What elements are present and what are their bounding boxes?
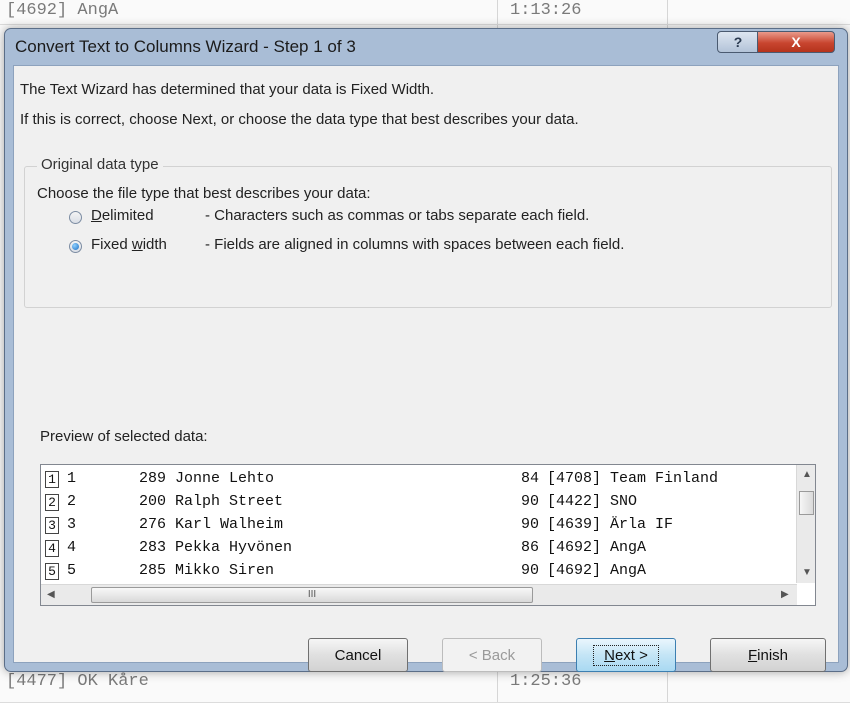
sheet-row-bottom[interactable]: [4477] OK Kåre 1:25:36 [0, 672, 850, 703]
scroll-up-arrow-icon[interactable]: ▲ [802, 469, 812, 480]
back-button[interactable]: < Back [442, 638, 542, 672]
option-fixed-width-label[interactable]: Fixed width [91, 236, 167, 253]
cell-club: [4692] AngA [547, 539, 647, 556]
option-delimited-label[interactable]: Delimited [91, 207, 154, 224]
vertical-scrollbar[interactable]: ▲ ▼ [796, 465, 815, 583]
sheet-cell-time: 1:25:36 [510, 672, 582, 691]
row-number: 3 [45, 517, 59, 534]
row-number: 2 [45, 494, 59, 511]
next-label: Next > [593, 644, 659, 666]
label-rest: inish [757, 646, 789, 664]
horizontal-scroll-thumb[interactable]: III [91, 587, 533, 603]
cell-position: 4 [67, 539, 77, 556]
label-pre: Fixed [91, 236, 132, 253]
next-button[interactable]: Next > [576, 638, 676, 672]
help-button[interactable]: ? [717, 31, 759, 53]
cell-bib: 289 [139, 470, 167, 487]
preview-row: 2 2 200 Ralph Street 90 [4422] SNO [45, 492, 781, 515]
dialog-titlebar[interactable]: Convert Text to Columns Wizard - Step 1 … [5, 29, 847, 65]
cancel-label: Cancel [334, 646, 382, 664]
scroll-right-arrow-icon[interactable]: ▶ [781, 589, 789, 600]
sheet-cell-team: [4692] AngA [6, 1, 119, 20]
cell-name: Pekka Hyvönen [175, 539, 293, 556]
row-number: 1 [45, 471, 59, 488]
cell-club: [4692] AngA [547, 562, 647, 579]
hotkey-d: D [91, 207, 102, 224]
back-label: < Back [468, 646, 516, 664]
cell-position: 3 [67, 516, 77, 533]
hotkey-f: F [747, 646, 758, 664]
cell-bib: 285 [139, 562, 167, 579]
hotkey-n: N [604, 646, 615, 664]
cancel-button[interactable]: Cancel [308, 638, 408, 672]
help-icon: ? [733, 34, 743, 50]
intro-line-1: The Text Wizard has determined that your… [20, 81, 435, 98]
intro-line-2: If this is correct, choose Next, or choo… [20, 111, 579, 128]
scroll-left-arrow-icon[interactable]: ◀ [47, 589, 55, 600]
preview-row: 1 1 289 Jonne Lehto 84 [4708] Team Finla… [45, 469, 781, 492]
cell-name: Ralph Street [175, 493, 284, 510]
radio-delimited[interactable] [69, 211, 82, 224]
cell-bib: 283 [139, 539, 167, 556]
sheet-row-top[interactable]: [4692] AngA 1:13:26 [0, 0, 850, 25]
cell-club: [4708] Team Finland [547, 470, 719, 487]
option-delimited-description: - Characters such as commas or tabs sepa… [205, 207, 590, 224]
label-rest: ext > [614, 646, 648, 664]
cell-age: 90 [521, 493, 540, 510]
finish-button[interactable]: Finish [710, 638, 826, 672]
row-number: 5 [45, 563, 59, 580]
label-rest: idth [142, 236, 167, 253]
cell-name: Karl Walheim [175, 516, 284, 533]
row-number: 4 [45, 540, 59, 557]
cell-age: 90 [521, 562, 540, 579]
dialog-body: The Text Wizard has determined that your… [13, 65, 839, 672]
cell-age: 84 [521, 470, 540, 487]
scroll-grip-icon: III [307, 589, 317, 600]
label-rest: elimited [101, 207, 154, 224]
scroll-down-arrow-icon[interactable]: ▼ [802, 567, 812, 578]
data-preview-box[interactable]: 1 1 289 Jonne Lehto 84 [4708] Team Finla… [40, 464, 816, 606]
preview-row: 5 5 285 Mikko Siren 90 [4692] AngA [45, 561, 781, 584]
text-to-columns-dialog: Convert Text to Columns Wizard - Step 1 … [4, 28, 848, 672]
sheet-cell-time: 1:13:26 [510, 1, 582, 20]
dialog-title: Convert Text to Columns Wizard - Step 1 … [15, 37, 356, 56]
cell-position: 1 [67, 470, 77, 487]
cell-age: 86 [521, 539, 540, 556]
group-title: Original data type [37, 156, 163, 173]
cell-position: 5 [67, 562, 77, 579]
vertical-scroll-thumb[interactable] [799, 491, 814, 515]
cell-club: [4639] Ärla IF [547, 516, 674, 533]
cell-bib: 276 [139, 516, 167, 533]
option-fixed-width-description: - Fields are aligned in columns with spa… [205, 236, 625, 253]
preview-label: Preview of selected data: [40, 428, 208, 445]
preview-row: 3 3 276 Karl Walheim 90 [4639] Ärla IF [45, 515, 781, 538]
preview-row: 4 4 283 Pekka Hyvönen 86 [4692] AngA [45, 538, 781, 561]
finish-label: Finish [748, 647, 788, 664]
group-prompt: Choose the file type that best describes… [37, 185, 371, 202]
cell-name: Jonne Lehto [175, 470, 275, 487]
original-data-type-group: Original data type Choose the file type … [24, 156, 832, 308]
cell-age: 90 [521, 516, 540, 533]
cell-name: Mikko Siren [175, 562, 275, 579]
radio-fixed-width[interactable] [69, 240, 82, 253]
close-icon: X [791, 34, 801, 50]
close-button[interactable]: X [757, 31, 835, 53]
cell-club: [4422] SNO [547, 493, 638, 510]
horizontal-scrollbar[interactable]: ◀ III ▶ [41, 584, 797, 605]
cell-position: 2 [67, 493, 77, 510]
hotkey-w: w [131, 236, 143, 253]
cell-bib: 200 [139, 493, 167, 510]
sheet-cell-team: [4477] OK Kåre [6, 672, 149, 691]
